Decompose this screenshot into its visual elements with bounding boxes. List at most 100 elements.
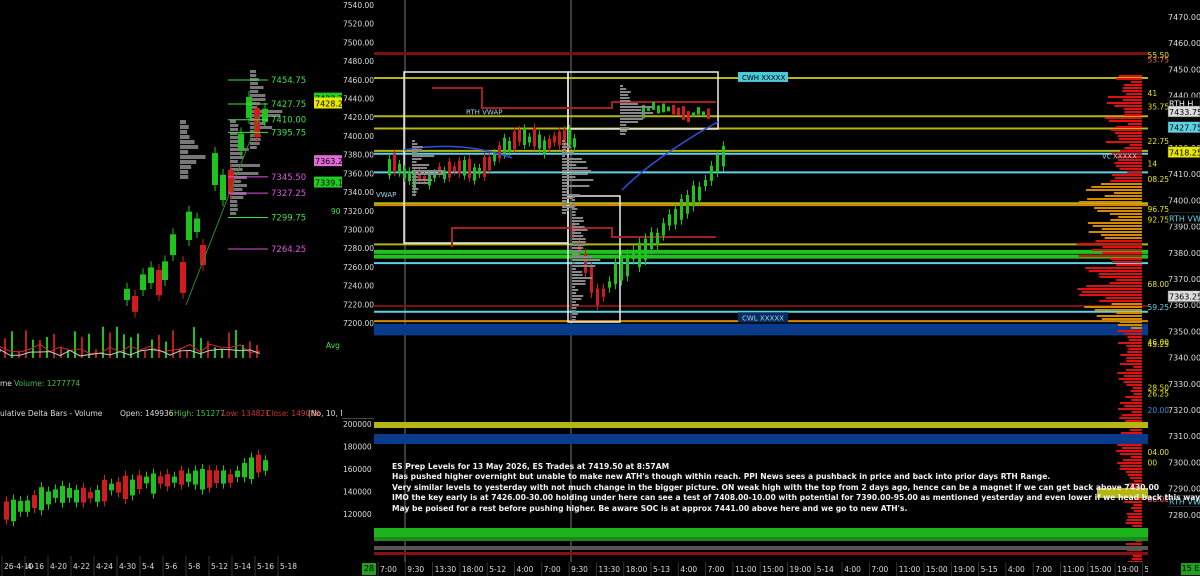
price-candle xyxy=(722,146,725,167)
intraday-profile xyxy=(620,88,627,90)
price-candle xyxy=(657,105,660,114)
intraday-profile xyxy=(562,212,567,214)
delta-candle xyxy=(102,479,107,502)
intraday-profile xyxy=(572,235,584,237)
intraday-profile xyxy=(572,220,584,222)
x-tick: 4:00 xyxy=(680,565,697,574)
volume-profile-bar xyxy=(1119,468,1142,470)
candle-body xyxy=(194,218,200,232)
volume-profile-bar xyxy=(1116,264,1142,266)
intraday-profile xyxy=(620,97,630,99)
candle-body xyxy=(220,174,226,200)
left-delta-panel[interactable]: ulative Delta Bars - Volume Open: 149936 H… xyxy=(0,408,342,576)
left-volume-panel[interactable]: meVolume: 1277774Avg80,000 xyxy=(0,318,342,408)
intraday-profile xyxy=(572,295,584,297)
x-tick: 5-4 xyxy=(142,562,154,571)
intraday-profile xyxy=(572,211,576,213)
y-tick: 7380.00 xyxy=(343,151,374,160)
intraday-profile xyxy=(572,304,579,306)
candle-body xyxy=(132,296,138,312)
price-label: 7395.75 xyxy=(271,128,306,138)
y-tick: 7500.00 xyxy=(343,38,374,47)
volume-profile-bar xyxy=(1121,204,1142,206)
price-candle xyxy=(548,138,551,149)
left-price-panel[interactable]: 7454.75 7427.75 7410.00 7395.75 7345.50 7327.… xyxy=(0,0,342,318)
volume-bar xyxy=(200,338,202,358)
volume-profile-bar xyxy=(1104,117,1142,119)
x-tick: 4:00 xyxy=(1008,565,1025,574)
intraday-profile xyxy=(572,253,580,255)
volume-profile-bar xyxy=(1121,432,1142,434)
volume-profile-bar xyxy=(1123,375,1142,377)
note-line: May be poised for a rest before pushing … xyxy=(392,503,908,513)
intraday-profile xyxy=(572,301,576,303)
volume-profile-bar xyxy=(1114,177,1142,179)
price-candle xyxy=(716,154,719,173)
intraday-profile xyxy=(620,130,627,132)
volume-profile-bar xyxy=(1133,393,1142,395)
x-tick: 5-13 xyxy=(653,565,670,574)
intraday-profile xyxy=(562,140,565,142)
delta-y-tick: 120000 xyxy=(343,510,372,519)
candle-body xyxy=(140,274,146,290)
candle-body xyxy=(148,267,154,283)
volume-profile-bar xyxy=(1131,411,1142,413)
profile-bar xyxy=(230,164,261,167)
delta-candle xyxy=(137,475,142,490)
intraday-profile xyxy=(562,176,576,178)
volume-profile-bar xyxy=(1114,105,1142,107)
intraday-profile xyxy=(562,209,569,211)
delta-candle xyxy=(249,457,254,480)
price-candle xyxy=(626,254,629,277)
profile-bar xyxy=(230,144,239,147)
price-candle xyxy=(403,169,406,179)
volume-profile-bar xyxy=(1109,120,1142,122)
volume-profile-bar xyxy=(1126,345,1142,347)
intraday-profile xyxy=(620,103,638,105)
x-tick: 7:00 xyxy=(1035,565,1052,574)
price-box-label: 7428.25 xyxy=(315,100,342,109)
volume-profile-bar xyxy=(1114,162,1142,164)
intraday-profile xyxy=(620,133,626,135)
intraday-profile xyxy=(562,185,590,187)
price-candle xyxy=(518,129,521,143)
volume-profile-bar xyxy=(1131,507,1142,509)
x-tick: 5-15 xyxy=(981,565,998,574)
price-candle xyxy=(680,198,683,220)
right-price-box-label: 7427.75 xyxy=(1169,124,1200,133)
intraday-profile xyxy=(620,127,630,129)
right-y-tick: 7320.00 xyxy=(1168,406,1200,415)
price-candle xyxy=(513,131,516,150)
delta-candle xyxy=(235,470,240,478)
price-candle xyxy=(692,112,695,117)
timeframe-badge: 15 E xyxy=(1181,563,1200,575)
volume-profile-bar xyxy=(1125,396,1142,398)
price-candle xyxy=(650,232,653,250)
legend-title: ulative Delta Bars - Volume xyxy=(0,409,103,418)
intraday-profile xyxy=(620,118,643,120)
price-candle xyxy=(697,107,700,115)
price-candle xyxy=(463,160,466,176)
intraday-profile xyxy=(562,179,594,181)
intraday-profile xyxy=(572,250,582,252)
volume-profile-bar xyxy=(1104,195,1142,197)
right-price-label: 7368.00 xyxy=(1148,280,1169,289)
intraday-profile xyxy=(562,182,567,184)
right-price-label: 7320.00 xyxy=(1148,406,1169,415)
profile-bar xyxy=(230,124,239,127)
volume-profile-bar xyxy=(1119,363,1142,365)
volume-profile-bar xyxy=(1131,558,1142,560)
x-tick: 4-30 xyxy=(119,562,136,571)
candle-body xyxy=(246,97,252,118)
price-label: 7427.75 xyxy=(271,100,306,110)
volume-profile-bar xyxy=(1122,90,1142,92)
legend-high: High: 151277 xyxy=(174,409,225,418)
delta-y-tick: 140000 xyxy=(343,488,372,497)
band xyxy=(374,434,1148,444)
volume-profile-bar xyxy=(1118,75,1142,77)
delta-candle xyxy=(74,489,79,503)
price-candle xyxy=(668,214,671,226)
volume-profile-bar xyxy=(1131,327,1142,329)
y-tick: 7260.00 xyxy=(343,263,374,272)
right-price-label: 7345.25 xyxy=(1148,340,1169,349)
